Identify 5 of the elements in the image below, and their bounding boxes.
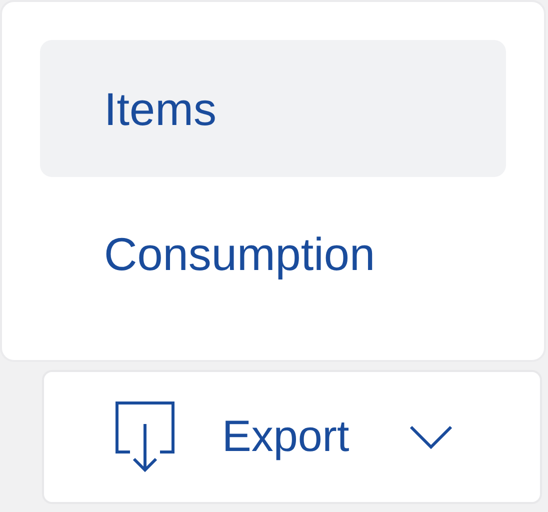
- menu-item[interactable]: Consumption: [40, 185, 506, 322]
- export-button[interactable]: Export: [42, 370, 542, 504]
- download-icon: [114, 400, 176, 474]
- chevron-down-icon: [409, 425, 454, 449]
- menu-item[interactable]: Items: [40, 40, 506, 177]
